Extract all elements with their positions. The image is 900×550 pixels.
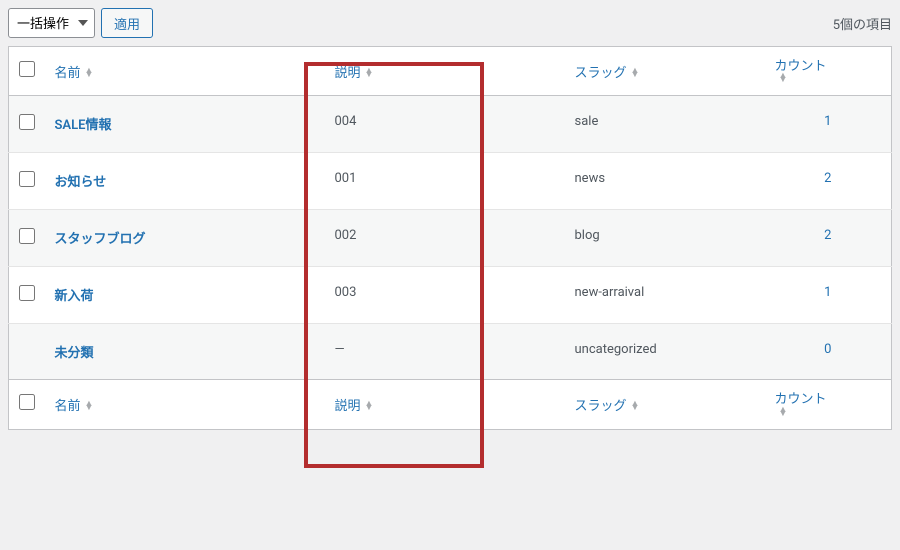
row-checkbox-cell bbox=[9, 267, 45, 324]
row-checkbox[interactable] bbox=[19, 171, 35, 187]
row-count-cell: 0 bbox=[765, 324, 892, 380]
row-name-link[interactable]: スタッフブログ bbox=[55, 232, 146, 247]
row-checkbox[interactable] bbox=[19, 285, 35, 301]
row-name-cell: 新入荷 bbox=[45, 267, 325, 324]
table-row: スタッフブログ 002blog 2 bbox=[9, 210, 892, 267]
sort-icon: ▲▼ bbox=[631, 69, 640, 78]
sort-icon: ▲▼ bbox=[365, 402, 374, 411]
row-slug-cell: new-arraival bbox=[565, 267, 765, 324]
sort-icon: ▲▼ bbox=[631, 402, 640, 411]
table-header-row: 名前 ▲▼ 説明 ▲▼ スラッグ ▲▼ カウント▲▼ bbox=[9, 47, 892, 96]
name-column-label: 名前 bbox=[55, 399, 81, 414]
table-row: 新入荷 003new-arraival 1 bbox=[9, 267, 892, 324]
table-wrapper: 名前 ▲▼ 説明 ▲▼ スラッグ ▲▼ カウント▲▼ SALE情報 004sale 1 お知… bbox=[8, 46, 892, 430]
description-column-header[interactable]: 説明 ▲▼ bbox=[325, 47, 565, 96]
name-column-label: 名前 bbox=[55, 66, 81, 81]
row-slug-cell: sale bbox=[565, 96, 765, 153]
row-checkbox[interactable] bbox=[19, 114, 35, 130]
row-checkbox-cell bbox=[9, 210, 45, 267]
select-all-checkbox-footer[interactable] bbox=[19, 394, 35, 410]
row-checkbox-cell bbox=[9, 324, 45, 380]
row-checkbox-cell bbox=[9, 96, 45, 153]
row-name-link[interactable]: 未分類 bbox=[55, 346, 94, 361]
description-column-label: 説明 bbox=[335, 399, 361, 414]
sort-icon: ▲▼ bbox=[365, 69, 374, 78]
row-checkbox[interactable] bbox=[19, 228, 35, 244]
row-name-cell: SALE情報 bbox=[45, 96, 325, 153]
table-row: お知らせ 001news 2 bbox=[9, 153, 892, 210]
apply-button[interactable]: 適用 bbox=[101, 8, 153, 38]
select-all-checkbox[interactable] bbox=[19, 61, 35, 77]
categories-table: 名前 ▲▼ 説明 ▲▼ スラッグ ▲▼ カウント▲▼ SALE情報 004sale 1 お知… bbox=[8, 46, 892, 430]
table-footer-row: 名前 ▲▼ 説明 ▲▼ スラッグ ▲▼ カウント▲▼ bbox=[9, 380, 892, 429]
row-name-cell: お知らせ bbox=[45, 153, 325, 210]
count-column-header[interactable]: カウント▲▼ bbox=[765, 47, 892, 96]
description-column-footer[interactable]: 説明 ▲▼ bbox=[325, 380, 565, 429]
name-column-footer[interactable]: 名前 ▲▼ bbox=[45, 380, 325, 429]
row-count-link[interactable]: 1 bbox=[824, 285, 831, 300]
select-all-header bbox=[9, 47, 45, 96]
row-name-link[interactable]: お知らせ bbox=[55, 175, 107, 190]
row-count-cell: 2 bbox=[765, 210, 892, 267]
row-description-cell: 001 bbox=[325, 153, 565, 210]
row-count-cell: 1 bbox=[765, 96, 892, 153]
row-name-cell: 未分類 bbox=[45, 324, 325, 380]
row-slug-cell: news bbox=[565, 153, 765, 210]
row-description-cell: 003 bbox=[325, 267, 565, 324]
select-all-footer bbox=[9, 380, 45, 429]
bulk-action-select[interactable]: 一括操作 bbox=[8, 8, 95, 38]
item-count: 5個の項目 bbox=[833, 14, 892, 33]
sort-icon: ▲▼ bbox=[85, 402, 94, 411]
row-description-cell: 002 bbox=[325, 210, 565, 267]
row-name-link[interactable]: 新入荷 bbox=[55, 289, 94, 304]
sort-icon: ▲▼ bbox=[779, 74, 788, 83]
table-row: 未分類 —uncategorized 0 bbox=[9, 324, 892, 380]
row-name-cell: スタッフブログ bbox=[45, 210, 325, 267]
row-count-cell: 2 bbox=[765, 153, 892, 210]
name-column-header[interactable]: 名前 ▲▼ bbox=[45, 47, 325, 96]
slug-column-footer[interactable]: スラッグ ▲▼ bbox=[565, 380, 765, 429]
row-description-cell: 004 bbox=[325, 96, 565, 153]
toolbar-left: 一括操作 適用 bbox=[8, 8, 153, 38]
description-column-label: 説明 bbox=[335, 66, 361, 81]
row-count-link[interactable]: 2 bbox=[824, 171, 831, 186]
row-name-link[interactable]: SALE情報 bbox=[55, 118, 112, 133]
row-count-cell: 1 bbox=[765, 267, 892, 324]
slug-column-header[interactable]: スラッグ ▲▼ bbox=[565, 47, 765, 96]
slug-column-label: スラッグ bbox=[575, 66, 627, 81]
row-slug-cell: uncategorized bbox=[565, 324, 765, 380]
table-row: SALE情報 004sale 1 bbox=[9, 96, 892, 153]
toolbar: 一括操作 適用 5個の項目 bbox=[8, 8, 892, 38]
row-slug-cell: blog bbox=[565, 210, 765, 267]
slug-column-label: スラッグ bbox=[575, 399, 627, 414]
row-description-cell: — bbox=[325, 324, 565, 380]
count-column-footer[interactable]: カウント▲▼ bbox=[765, 380, 892, 429]
sort-icon: ▲▼ bbox=[85, 69, 94, 78]
sort-icon: ▲▼ bbox=[779, 408, 788, 417]
row-checkbox-cell bbox=[9, 153, 45, 210]
row-count-link[interactable]: 1 bbox=[824, 114, 831, 129]
row-count-link[interactable]: 0 bbox=[824, 342, 831, 357]
row-count-link[interactable]: 2 bbox=[824, 228, 831, 243]
